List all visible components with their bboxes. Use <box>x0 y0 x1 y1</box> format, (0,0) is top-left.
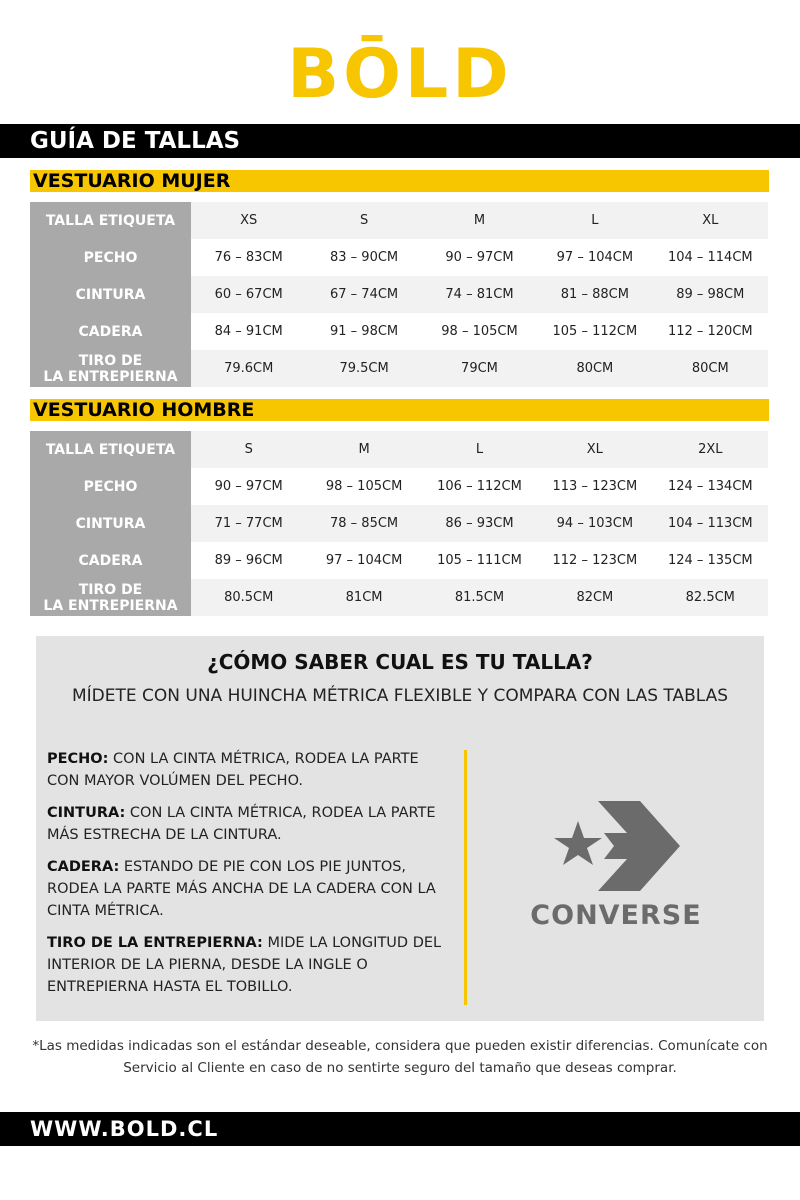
definition-waist: CINTURA: CON LA CINTA MÉTRICA, RODEA LA … <box>47 802 447 846</box>
yellow-divider <box>464 750 467 1005</box>
row-header-hip: CADERA <box>30 542 191 579</box>
brand-name: CONVERSE <box>530 900 702 931</box>
row-header-size: TALLA ETIQUETA <box>30 202 191 239</box>
table-cell: 106 – 112CM <box>421 468 538 505</box>
row-header-waist: CINTURA <box>30 505 191 542</box>
table-cell: 82CM <box>537 579 653 616</box>
table-cell: 82.5CM <box>652 579 768 616</box>
row-header-line: LA ENTREPIERNA <box>43 597 178 614</box>
table-cell: XS <box>191 202 307 239</box>
table-cell: 67 – 74CM <box>306 276 422 313</box>
table-cell: 60 – 67CM <box>191 276 307 313</box>
how-to-subtitle: MÍDETE CON UNA HUINCHA MÉTRICA FLEXIBLE … <box>71 686 729 706</box>
table-cell: 81CM <box>306 579 422 616</box>
table-cell: L <box>537 202 653 239</box>
table-cell: 124 – 134CM <box>652 468 768 505</box>
table-cell: 105 – 111CM <box>421 542 538 579</box>
table-row: PECHO 90 – 97CM 98 – 105CM 106 – 112CM 1… <box>30 468 768 505</box>
table-cell: 81.5CM <box>421 579 538 616</box>
definition-hip: CADERA: ESTANDO DE PIE CON LOS PIE JUNTO… <box>47 856 447 922</box>
definition-term: PECHO: <box>47 751 109 767</box>
page-title: GUÍA DE TALLAS <box>0 124 800 158</box>
table-cell: 90 – 97CM <box>191 468 307 505</box>
table-cell: 80CM <box>652 350 768 387</box>
table-row: CINTURA 60 – 67CM 67 – 74CM 74 – 81CM 81… <box>30 276 768 313</box>
definition-term: TIRO DE LA ENTREPIERNA: <box>47 935 263 951</box>
table-cell: 79.6CM <box>191 350 307 387</box>
table-cell: 80.5CM <box>191 579 307 616</box>
table-cell: 112 – 120CM <box>652 313 768 350</box>
row-header-line: TIRO DE <box>78 352 143 369</box>
table-cell: S <box>306 202 422 239</box>
table-cell: 98 – 105CM <box>421 313 538 350</box>
row-header-line: LA ENTREPIERNA <box>43 368 178 385</box>
table-cell: 2XL <box>652 431 768 468</box>
definition-term: CINTURA: <box>47 805 126 821</box>
how-to-title: ¿CÓMO SABER CUAL ES TU TALLA? <box>207 650 593 674</box>
footer-url: WWW.BOLD.CL <box>0 1112 800 1146</box>
row-header-waist: CINTURA <box>30 276 191 313</box>
row-header-size: TALLA ETIQUETA <box>30 431 191 468</box>
table-cell: 97 – 104CM <box>537 239 653 276</box>
table-cell: 79CM <box>421 350 538 387</box>
row-header-inseam: TIRO DE LA ENTREPIERNA <box>30 350 191 387</box>
bold-logo: BŌLD <box>287 35 513 114</box>
table-cell: 79.5CM <box>306 350 422 387</box>
table-cell: 112 – 123CM <box>537 542 653 579</box>
table-cell: M <box>421 202 538 239</box>
men-size-table: TALLA ETIQUETA S M L XL 2XL PECHO 90 – 9… <box>30 431 768 616</box>
definition-term: CADERA: <box>47 859 120 875</box>
table-cell: XL <box>537 431 653 468</box>
row-header-chest: PECHO <box>30 239 191 276</box>
table-cell: 104 – 114CM <box>652 239 768 276</box>
table-row: CINTURA 71 – 77CM 78 – 85CM 86 – 93CM 94… <box>30 505 768 542</box>
table-cell: 89 – 98CM <box>652 276 768 313</box>
table-cell: 94 – 103CM <box>537 505 653 542</box>
table-cell: 80CM <box>537 350 653 387</box>
women-section-title: VESTUARIO MUJER <box>30 170 769 192</box>
row-header-inseam: TIRO DE LA ENTREPIERNA <box>30 579 191 616</box>
table-row: CADERA 89 – 96CM 97 – 104CM 105 – 111CM … <box>30 542 768 579</box>
table-cell: 89 – 96CM <box>191 542 307 579</box>
table-cell: XL <box>652 202 768 239</box>
table-cell: 90 – 97CM <box>421 239 538 276</box>
row-header-hip: CADERA <box>30 313 191 350</box>
table-cell: 84 – 91CM <box>191 313 307 350</box>
table-cell: 104 – 113CM <box>652 505 768 542</box>
table-cell: L <box>421 431 538 468</box>
table-cell: 71 – 77CM <box>191 505 307 542</box>
table-row: PECHO 76 – 83CM 83 – 90CM 90 – 97CM 97 –… <box>30 239 768 276</box>
table-cell: 76 – 83CM <box>191 239 307 276</box>
women-size-table: TALLA ETIQUETA XS S M L XL PECHO 76 – 83… <box>30 202 768 387</box>
table-cell: 91 – 98CM <box>306 313 422 350</box>
disclaimer-text: *Las medidas indicadas son el estándar d… <box>32 1038 768 1076</box>
table-row: TIRO DE LA ENTREPIERNA 79.6CM 79.5CM 79C… <box>30 350 768 387</box>
table-cell: 78 – 85CM <box>306 505 422 542</box>
row-header-line: TIRO DE <box>78 581 143 598</box>
table-cell: 105 – 112CM <box>537 313 653 350</box>
table-cell: M <box>306 431 422 468</box>
table-cell: 86 – 93CM <box>421 505 538 542</box>
table-cell: 83 – 90CM <box>306 239 422 276</box>
definition-inseam: TIRO DE LA ENTREPIERNA: MIDE LA LONGITUD… <box>47 932 447 998</box>
table-row: CADERA 84 – 91CM 91 – 98CM 98 – 105CM 10… <box>30 313 768 350</box>
converse-logo: CONVERSE <box>516 796 726 946</box>
converse-star-chevron-icon <box>554 801 680 891</box>
row-header-chest: PECHO <box>30 468 191 505</box>
table-row: TALLA ETIQUETA S M L XL 2XL <box>30 431 768 468</box>
table-cell: 124 – 135CM <box>652 542 768 579</box>
men-section-title: VESTUARIO HOMBRE <box>30 399 769 421</box>
table-row: TIRO DE LA ENTREPIERNA 80.5CM 81CM 81.5C… <box>30 579 768 616</box>
definition-chest: PECHO: CON LA CINTA MÉTRICA, RODEA LA PA… <box>47 748 447 792</box>
how-to-measure-panel: ¿CÓMO SABER CUAL ES TU TALLA? MÍDETE CON… <box>36 636 764 1021</box>
table-cell: 74 – 81CM <box>421 276 538 313</box>
table-cell: 81 – 88CM <box>537 276 653 313</box>
table-row: TALLA ETIQUETA XS S M L XL <box>30 202 768 239</box>
table-cell: S <box>191 431 307 468</box>
measurement-definitions: PECHO: CON LA CINTA MÉTRICA, RODEA LA PA… <box>47 748 447 1008</box>
table-cell: 97 – 104CM <box>306 542 422 579</box>
table-cell: 113 – 123CM <box>537 468 653 505</box>
table-cell: 98 – 105CM <box>306 468 422 505</box>
